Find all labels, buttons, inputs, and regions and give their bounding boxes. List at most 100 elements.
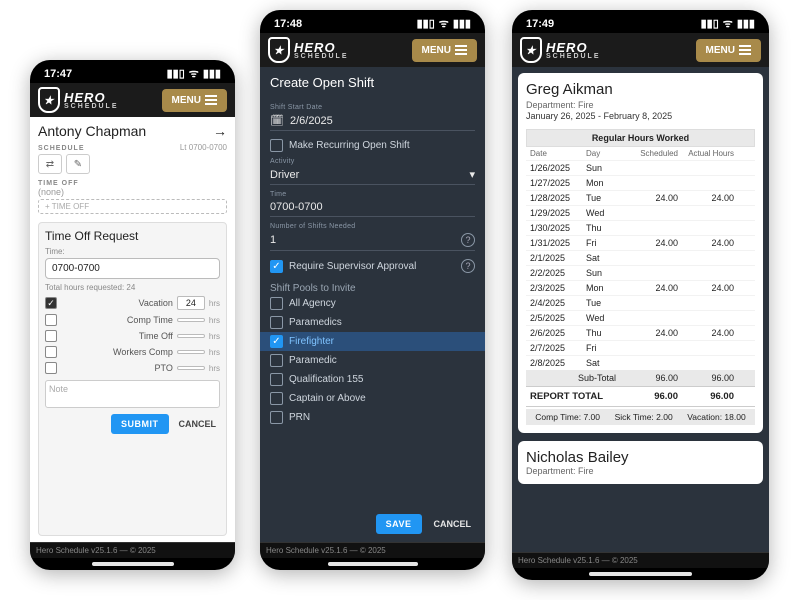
wifi-icon: ᯤ <box>723 16 733 31</box>
type-checkbox[interactable] <box>45 346 57 358</box>
brand-logo: ★ HERO SCHEDULE <box>520 37 601 63</box>
help-icon[interactable]: ? <box>461 233 475 247</box>
cell-day: Sat <box>586 253 622 263</box>
cell-actual <box>678 268 734 278</box>
type-label: Time Off <box>61 331 173 341</box>
chevron-down-icon: ▾ <box>469 168 475 181</box>
cell-date: 1/30/2025 <box>530 223 586 233</box>
report-card: Greg Aikman Department: Fire January 26,… <box>518 73 763 433</box>
cell-date: 1/27/2025 <box>530 178 586 188</box>
employee-name: Antony Chapman <box>38 123 146 139</box>
num-shifts-input[interactable]: 1 ? <box>270 230 475 251</box>
report-employee-name: Greg Aikman <box>526 81 755 98</box>
table-row: 2/2/2025Sun <box>526 265 755 280</box>
menu-label: MENU <box>172 95 201 106</box>
report-employee-name-2: Nicholas Bailey <box>526 449 755 466</box>
type-hours-input[interactable]: 24 <box>177 296 205 310</box>
cell-actual <box>678 343 734 353</box>
num-shifts-value: 1 <box>270 234 276 246</box>
submit-button[interactable]: SUBMIT <box>111 414 169 434</box>
cell-date: 1/29/2025 <box>530 208 586 218</box>
cell-sched <box>622 223 678 233</box>
type-hours-input[interactable] <box>177 318 205 322</box>
pools-title: Shift Pools to Invite <box>270 283 475 294</box>
wifi-icon: ᯤ <box>439 16 449 31</box>
cell-date: 1/28/2025 <box>530 193 586 203</box>
cell-sched <box>622 268 678 278</box>
hrs-suffix: hrs <box>209 299 220 308</box>
app-header: ★ HERO SCHEDULE MENU <box>260 33 485 67</box>
cell-day: Sun <box>586 163 622 173</box>
swap-icon[interactable]: ⇄ <box>38 154 62 174</box>
save-button[interactable]: SAVE <box>376 514 422 534</box>
pool-checkbox[interactable] <box>270 297 283 310</box>
col-actual: Actual Hours <box>678 149 734 158</box>
hamburger-icon <box>739 45 751 55</box>
pool-checkbox[interactable] <box>270 316 283 329</box>
cell-date: 2/8/2025 <box>530 358 586 368</box>
pool-checkbox[interactable] <box>270 411 283 424</box>
home-indicator[interactable] <box>92 562 174 566</box>
type-hours-input[interactable] <box>177 366 205 370</box>
table-row: 1/31/2025Fri24.0024.00 <box>526 235 755 250</box>
home-indicator[interactable] <box>328 562 418 566</box>
pool-label: Qualification 155 <box>289 374 364 385</box>
menu-button[interactable]: MENU <box>162 89 227 112</box>
type-hours-input[interactable] <box>177 334 205 338</box>
cell-actual <box>678 208 734 218</box>
type-checkbox[interactable] <box>45 362 57 374</box>
signal-icon: ▮▮▯ <box>167 67 185 80</box>
add-timeoff-button[interactable]: + TIME OFF <box>38 199 227 214</box>
type-checkbox[interactable] <box>45 330 57 342</box>
pool-checkbox[interactable] <box>270 392 283 405</box>
pool-row[interactable]: ✓Firefighter <box>260 332 485 351</box>
menu-button[interactable]: MENU <box>696 39 761 62</box>
menu-button[interactable]: MENU <box>412 39 477 62</box>
cell-sched: 24.00 <box>622 193 678 203</box>
pool-checkbox[interactable] <box>270 354 283 367</box>
pool-row[interactable]: PRN <box>270 408 475 427</box>
type-hours-input[interactable] <box>177 350 205 354</box>
time-input[interactable]: 0700-0700 <box>45 258 220 279</box>
hrs-suffix: hrs <box>209 332 220 341</box>
pool-checkbox[interactable] <box>270 373 283 386</box>
help-icon[interactable]: ? <box>461 259 475 273</box>
type-checkbox[interactable]: ✓ <box>45 297 57 309</box>
cell-day: Thu <box>586 223 622 233</box>
table-row: 1/26/2025Sun <box>526 160 755 175</box>
table-row: 2/4/2025Tue <box>526 295 755 310</box>
hrs-suffix: hrs <box>209 316 220 325</box>
pool-row[interactable]: Qualification 155 <box>270 370 475 389</box>
cancel-button[interactable]: CANCEL <box>175 414 221 434</box>
supervisor-checkbox[interactable]: ✓ <box>270 260 283 273</box>
cell-actual: 24.00 <box>678 238 734 248</box>
timeoff-type-row: Workers Comphrs <box>45 346 220 358</box>
timeoff-type-row: Comp Timehrs <box>45 314 220 326</box>
cell-sched <box>622 208 678 218</box>
arrow-right-icon[interactable]: → <box>213 123 227 139</box>
cell-actual <box>678 178 734 188</box>
vacation-time: Vacation: 18.00 <box>687 412 745 422</box>
activity-select[interactable]: Driver ▾ <box>270 165 475 185</box>
pool-row[interactable]: Paramedic <box>270 351 475 370</box>
type-checkbox[interactable] <box>45 314 57 326</box>
pool-row[interactable]: Captain or Above <box>270 389 475 408</box>
pool-checkbox[interactable]: ✓ <box>270 335 283 348</box>
type-label: Vacation <box>61 298 173 308</box>
edit-icon[interactable]: ✎ <box>66 154 90 174</box>
recurring-checkbox[interactable] <box>270 139 283 152</box>
shift-time-input[interactable]: 0700-0700 <box>270 198 475 217</box>
note-input[interactable]: Note <box>45 380 220 408</box>
pool-row[interactable]: Paramedics <box>270 313 475 332</box>
schedule-value: Lt 0700-0700 <box>180 143 227 152</box>
cell-day: Tue <box>586 193 622 203</box>
cancel-button[interactable]: CANCEL <box>430 514 476 534</box>
table-row: 2/7/2025Fri <box>526 340 755 355</box>
home-indicator[interactable] <box>589 572 692 576</box>
start-date-input[interactable]: 🗓 2/6/2025 <box>270 111 475 131</box>
cell-sched: 24.00 <box>622 328 678 338</box>
pool-row[interactable]: All Agency <box>270 294 475 313</box>
cell-actual: 24.00 <box>678 283 734 293</box>
phone-create-open-shift: 17:48 ▮▮▯ ᯤ ▮▮▮ ★ HERO SCHEDULE MENU Cre… <box>260 10 485 570</box>
signal-icon: ▮▮▯ <box>417 17 435 30</box>
